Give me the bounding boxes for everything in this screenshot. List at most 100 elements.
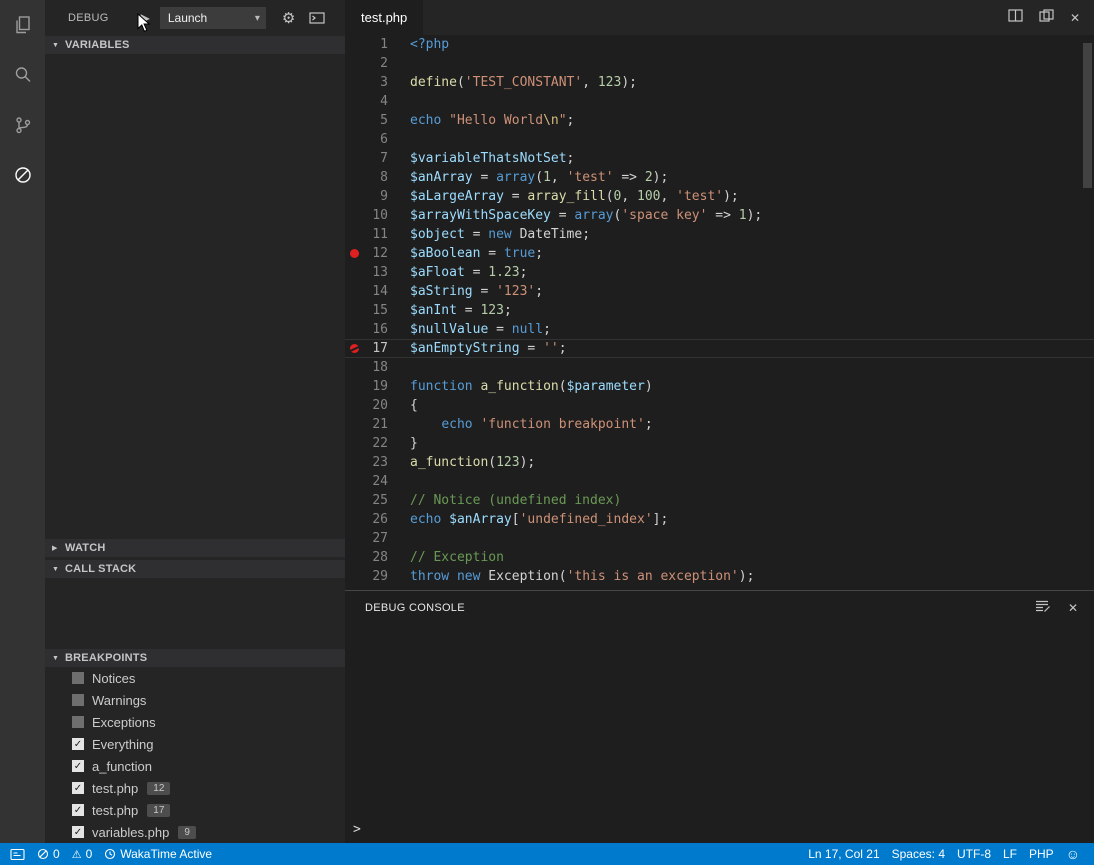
- breakpoint-checkbox[interactable]: ✓: [72, 826, 84, 838]
- code-text[interactable]: $nullValue = null;: [388, 320, 551, 339]
- breakpoint-gutter[interactable]: [345, 130, 363, 149]
- breakpoint-gutter[interactable]: [345, 187, 363, 206]
- code-text[interactable]: a_function(123);: [388, 453, 535, 472]
- code-text[interactable]: function a_function($parameter): [388, 377, 653, 396]
- line-number[interactable]: 13: [363, 263, 388, 282]
- split-editor-icon[interactable]: [1008, 9, 1023, 27]
- code-text[interactable]: echo 'function breakpoint';: [388, 415, 653, 434]
- section-header-breakpoints[interactable]: ▼ BREAKPOINTS: [45, 649, 345, 667]
- line-number[interactable]: 23: [363, 453, 388, 472]
- breakpoint-gutter[interactable]: [345, 472, 363, 491]
- breakpoint-gutter[interactable]: [345, 92, 363, 111]
- line-number[interactable]: 4: [363, 92, 388, 111]
- feedback-smiley-icon[interactable]: ☺: [1060, 843, 1086, 865]
- code-text[interactable]: $anEmptyString = '';: [388, 339, 567, 358]
- code-text[interactable]: $variableThatsNotSet;: [388, 149, 574, 168]
- breakpoint-checkbox[interactable]: ✓: [72, 804, 84, 816]
- code-text[interactable]: $anInt = 123;: [388, 301, 512, 320]
- line-number[interactable]: 5: [363, 111, 388, 130]
- code-text[interactable]: [388, 358, 410, 377]
- breakpoint-row[interactable]: ✓a_function: [45, 755, 345, 777]
- code-text[interactable]: throw new Exception('this is an exceptio…: [388, 567, 754, 586]
- breakpoint-gutter[interactable]: [345, 434, 363, 453]
- code-text[interactable]: [388, 92, 410, 111]
- breakpoint-row[interactable]: ✓test.php17: [45, 799, 345, 821]
- code-text[interactable]: echo $anArray['undefined_index'];: [388, 510, 668, 529]
- gear-icon[interactable]: ⚙: [282, 9, 295, 27]
- line-number[interactable]: 12: [363, 244, 388, 263]
- breakpoint-row[interactable]: ✓variables.php9: [45, 821, 345, 843]
- cursor-position[interactable]: Ln 17, Col 21: [802, 843, 885, 865]
- line-number[interactable]: 20: [363, 396, 388, 415]
- line-number[interactable]: 14: [363, 282, 388, 301]
- breakpoint-gutter[interactable]: [345, 396, 363, 415]
- code-text[interactable]: [388, 529, 410, 548]
- breakpoint-checkbox[interactable]: ✓: [72, 760, 84, 772]
- breakpoint-dot[interactable]: [350, 249, 359, 258]
- breakpoint-gutter[interactable]: [345, 206, 363, 225]
- line-number[interactable]: 27: [363, 529, 388, 548]
- code-text[interactable]: $aBoolean = true;: [388, 244, 543, 263]
- breakpoint-row[interactable]: ✓Everything: [45, 733, 345, 755]
- breakpoint-dot[interactable]: [350, 344, 359, 353]
- code-text[interactable]: $anArray = array(1, 'test' => 2);: [388, 168, 668, 187]
- line-number[interactable]: 1: [363, 35, 388, 54]
- code-text[interactable]: {: [388, 396, 418, 415]
- tab-test-php[interactable]: test.php: [345, 0, 423, 35]
- code-text[interactable]: define('TEST_CONSTANT', 123);: [388, 73, 637, 92]
- breakpoint-checkbox[interactable]: ✓: [72, 782, 84, 794]
- breakpoint-row[interactable]: ✓test.php12: [45, 777, 345, 799]
- breakpoint-gutter[interactable]: [345, 548, 363, 567]
- code-text[interactable]: [388, 472, 410, 491]
- warning-count[interactable]: ⚠ 0: [66, 843, 99, 865]
- code-text[interactable]: // Notice (undefined index): [388, 491, 621, 510]
- code-text[interactable]: // Exception: [388, 548, 504, 567]
- breakpoint-checkbox[interactable]: [72, 694, 84, 706]
- breakpoint-gutter[interactable]: [345, 453, 363, 472]
- encoding[interactable]: UTF-8: [951, 843, 997, 865]
- breakpoint-gutter[interactable]: [345, 263, 363, 282]
- open-preview-icon[interactable]: [1039, 9, 1054, 27]
- eol-sequence[interactable]: LF: [997, 843, 1023, 865]
- debug-icon[interactable]: [0, 150, 45, 200]
- line-number[interactable]: 6: [363, 130, 388, 149]
- code-text[interactable]: $aLargeArray = array_fill(0, 100, 'test'…: [388, 187, 739, 206]
- line-number[interactable]: 26: [363, 510, 388, 529]
- line-number[interactable]: 9: [363, 187, 388, 206]
- debug-console-toggle-icon[interactable]: [309, 11, 325, 25]
- close-editor-icon[interactable]: ✕: [1070, 11, 1080, 25]
- code-text[interactable]: $aString = '123';: [388, 282, 543, 301]
- editor-scrollbar[interactable]: [1083, 43, 1092, 188]
- code-text[interactable]: echo "Hello World\n";: [388, 111, 574, 130]
- line-number[interactable]: 7: [363, 149, 388, 168]
- breakpoint-gutter[interactable]: [345, 510, 363, 529]
- code-text[interactable]: [388, 130, 410, 149]
- line-number[interactable]: 8: [363, 168, 388, 187]
- code-text[interactable]: <?php: [388, 35, 449, 54]
- breakpoint-gutter[interactable]: [345, 320, 363, 339]
- section-header-variables[interactable]: ▼ VARIABLES: [45, 36, 345, 54]
- code-text[interactable]: $object = new DateTime;: [388, 225, 590, 244]
- line-number[interactable]: 3: [363, 73, 388, 92]
- breakpoint-checkbox[interactable]: [72, 672, 84, 684]
- code-text[interactable]: }: [388, 434, 418, 453]
- status-app-icon[interactable]: [4, 843, 31, 865]
- breakpoint-gutter[interactable]: [345, 377, 363, 396]
- line-number[interactable]: 10: [363, 206, 388, 225]
- indentation[interactable]: Spaces: 4: [886, 843, 951, 865]
- clear-console-icon[interactable]: [1034, 598, 1050, 618]
- console-prompt[interactable]: >: [353, 822, 361, 837]
- line-number[interactable]: 28: [363, 548, 388, 567]
- start-debug-button[interactable]: ▶: [141, 11, 150, 25]
- code-text[interactable]: [388, 54, 410, 73]
- line-number[interactable]: 18: [363, 358, 388, 377]
- breakpoint-gutter[interactable]: [345, 244, 363, 263]
- breakpoint-gutter[interactable]: [345, 35, 363, 54]
- code-text[interactable]: $aFloat = 1.23;: [388, 263, 527, 282]
- breakpoint-row[interactable]: Exceptions: [45, 711, 345, 733]
- line-number[interactable]: 15: [363, 301, 388, 320]
- breakpoint-gutter[interactable]: [345, 149, 363, 168]
- search-icon[interactable]: [0, 50, 45, 100]
- line-number[interactable]: 21: [363, 415, 388, 434]
- line-number[interactable]: 29: [363, 567, 388, 586]
